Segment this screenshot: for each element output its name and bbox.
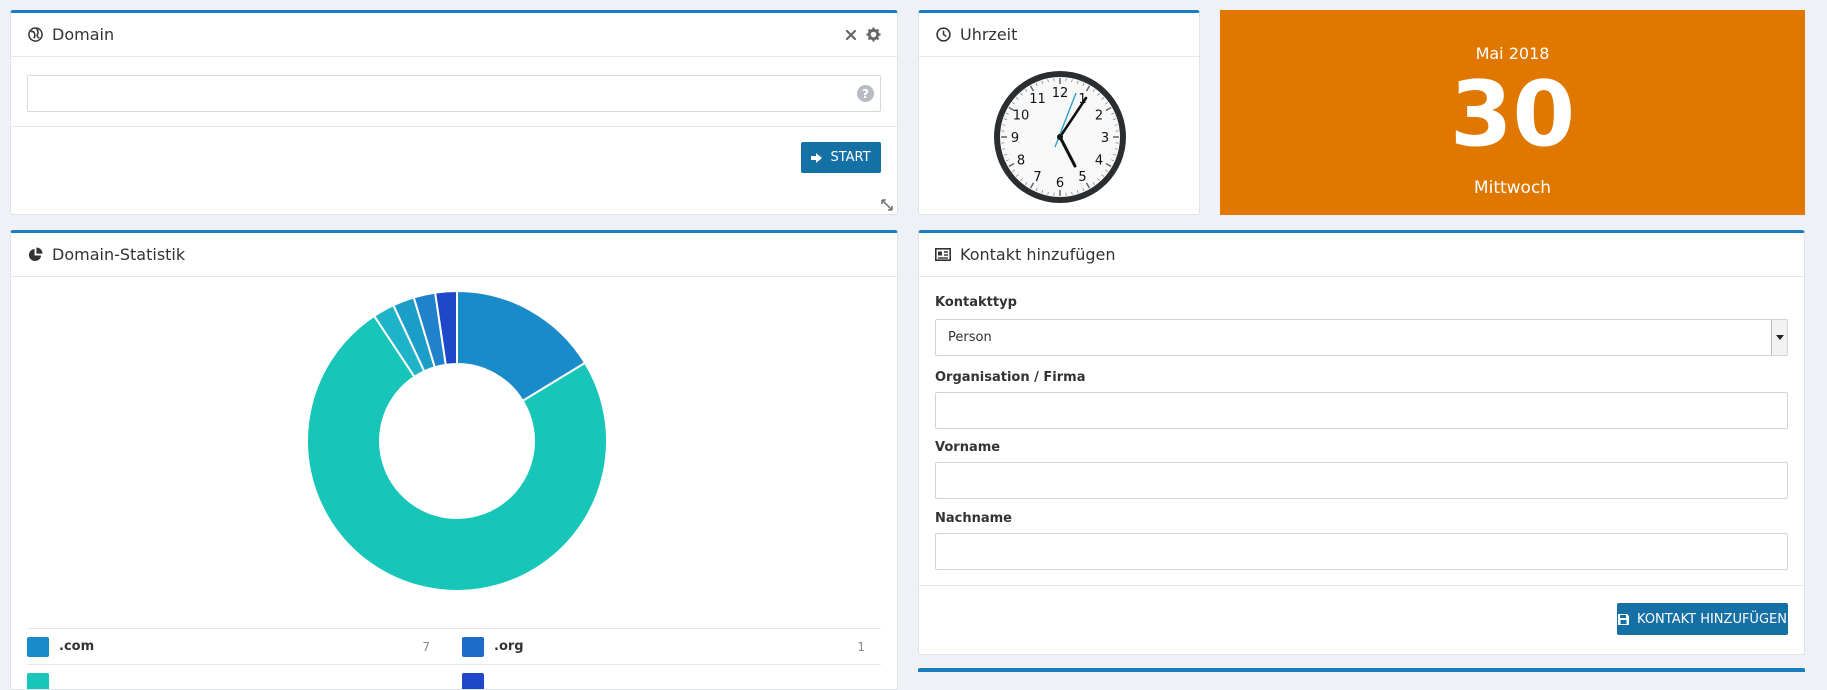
- resize-icon[interactable]: [880, 197, 894, 211]
- kontakttyp-select[interactable]: Person: [935, 319, 1788, 356]
- nachname-label: Nachname: [935, 511, 1012, 526]
- clock-number: 5: [1078, 170, 1086, 185]
- stats-panel-header: Domain-Statistik: [11, 233, 897, 277]
- vorname-field[interactable]: [935, 462, 1788, 499]
- clock-panel-header: Uhrzeit: [919, 13, 1199, 57]
- pie-chart-icon: [26, 246, 44, 264]
- clock-number: 12: [1052, 86, 1069, 101]
- legend-item-org[interactable]: .org 1: [462, 629, 881, 664]
- id-card-icon: [934, 246, 952, 264]
- clock-number: 8: [1017, 154, 1025, 169]
- legend-label: .org: [494, 639, 857, 654]
- contact-panel-title: Kontakt hinzufügen: [960, 245, 1116, 264]
- domain-input[interactable]: [28, 76, 880, 111]
- legend-label: .com: [59, 639, 422, 654]
- divider: [919, 585, 1804, 586]
- stats-panel-title: Domain-Statistik: [52, 245, 185, 264]
- close-icon[interactable]: [842, 26, 860, 44]
- save-icon: [1618, 614, 1629, 625]
- date-month-year: Mai 2018: [1220, 44, 1805, 63]
- divider: [11, 126, 897, 127]
- clock-number: 7: [1033, 170, 1041, 185]
- clock-number: 9: [1011, 131, 1019, 146]
- add-contact-panel: Kontakt hinzufügen Kontakttyp Person Org…: [918, 230, 1805, 655]
- organisation-field[interactable]: [935, 392, 1788, 429]
- nachname-field[interactable]: [935, 533, 1788, 570]
- domain-donut-chart: [307, 291, 607, 591]
- kontakttyp-value: Person: [948, 330, 992, 345]
- legend-swatch: [462, 637, 484, 657]
- legend-swatch: [27, 673, 49, 690]
- legend-item[interactable]: [27, 665, 446, 690]
- add-contact-button[interactable]: KONTAKT HINZUFÜGEN: [1617, 603, 1788, 635]
- gear-icon[interactable]: [864, 26, 882, 44]
- date-weekday: Mittwoch: [1220, 178, 1805, 198]
- start-button[interactable]: START: [801, 142, 881, 173]
- legend-swatch: [462, 673, 484, 690]
- date-day: 30: [1220, 70, 1805, 160]
- clock-panel: Uhrzeit 121234567891011: [918, 10, 1200, 215]
- domain-panel: Domain ? START: [10, 10, 898, 215]
- legend-row: [27, 665, 881, 690]
- clock-icon: [934, 26, 952, 44]
- contact-panel-header: Kontakt hinzufügen: [919, 233, 1804, 277]
- clock-number: 4: [1095, 154, 1103, 169]
- legend-swatch: [27, 637, 49, 657]
- legend-row: .com 7 .org 1: [27, 629, 881, 665]
- help-icon[interactable]: ?: [857, 85, 874, 102]
- clock-panel-title: Uhrzeit: [960, 25, 1017, 44]
- next-panel-edge: [918, 668, 1805, 672]
- organisation-label: Organisation / Firma: [935, 370, 1085, 385]
- domain-stats-panel: Domain-Statistik .com 7 .org 1: [10, 230, 898, 690]
- analog-clock: 121234567891011: [991, 68, 1129, 206]
- clock-number: 3: [1101, 131, 1109, 146]
- start-button-label: START: [830, 150, 870, 165]
- legend-value: 7: [422, 640, 430, 654]
- clock-number: 10: [1013, 109, 1030, 124]
- clock-number: 2: [1095, 109, 1103, 124]
- kontakttyp-label: Kontakttyp: [935, 295, 1017, 310]
- legend-value: 1: [857, 640, 865, 654]
- domain-panel-title: Domain: [52, 25, 114, 44]
- date-tile: Mai 2018 30 Mittwoch: [1220, 10, 1805, 215]
- clock-number: 11: [1029, 92, 1046, 107]
- globe-icon: [26, 26, 44, 44]
- clock-number: 6: [1056, 176, 1064, 191]
- arrow-right-icon: [811, 153, 822, 163]
- vorname-label: Vorname: [935, 440, 1000, 455]
- legend-item[interactable]: [462, 665, 881, 690]
- legend-item-com[interactable]: .com 7: [27, 629, 446, 664]
- add-contact-label: KONTAKT HINZUFÜGEN: [1637, 612, 1787, 627]
- chevron-down-icon[interactable]: [1771, 320, 1787, 355]
- chart-legend: .com 7 .org 1: [27, 628, 881, 690]
- domain-input-wrapper: ?: [27, 75, 881, 112]
- domain-panel-header: Domain: [11, 13, 897, 57]
